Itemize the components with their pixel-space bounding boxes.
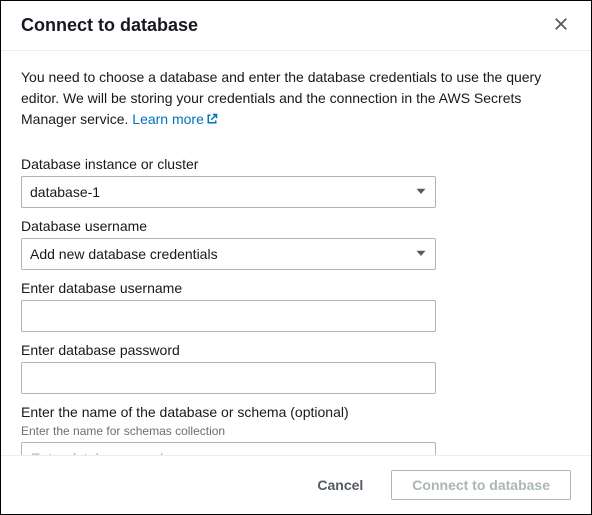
connect-button[interactable]: Connect to database [391, 470, 571, 500]
instance-label: Database instance or cluster [21, 156, 571, 172]
schema-input-label: Enter the name of the database or schema… [21, 404, 571, 420]
username-input[interactable] [21, 300, 436, 332]
connect-database-modal: Connect to database You need to choose a… [1, 1, 591, 514]
password-input[interactable] [21, 362, 436, 394]
schema-input[interactable] [21, 442, 436, 455]
username-input-group: Enter database username [21, 280, 571, 332]
caret-down-icon [415, 246, 427, 262]
modal-header: Connect to database [1, 1, 591, 51]
modal-body: You need to choose a database and enter … [1, 51, 591, 455]
password-input-group: Enter database password [21, 342, 571, 394]
cancel-button[interactable]: Cancel [297, 471, 383, 499]
external-link-icon [204, 111, 218, 127]
description-text: You need to choose a database and enter … [21, 69, 541, 127]
instance-selected-value: database-1 [30, 184, 100, 200]
instance-select[interactable]: database-1 [21, 176, 436, 208]
password-input-label: Enter database password [21, 342, 571, 358]
modal-footer: Cancel Connect to database [1, 455, 591, 514]
username-select-label: Database username [21, 218, 571, 234]
schema-input-group: Enter the name of the database or schema… [21, 404, 571, 455]
learn-more-text: Learn more [132, 111, 204, 127]
caret-down-icon [415, 184, 427, 200]
username-select-group: Database username Add new database crede… [21, 218, 571, 270]
close-icon [554, 17, 568, 34]
username-selected-value: Add new database credentials [30, 246, 218, 262]
modal-title: Connect to database [21, 15, 198, 36]
modal-description: You need to choose a database and enter … [21, 67, 571, 130]
instance-group: Database instance or cluster database-1 [21, 156, 571, 208]
username-select[interactable]: Add new database credentials [21, 238, 436, 270]
username-input-label: Enter database username [21, 280, 571, 296]
close-button[interactable] [551, 16, 571, 36]
schema-input-hint: Enter the name for schemas collection [21, 424, 571, 438]
learn-more-link[interactable]: Learn more [132, 111, 218, 127]
